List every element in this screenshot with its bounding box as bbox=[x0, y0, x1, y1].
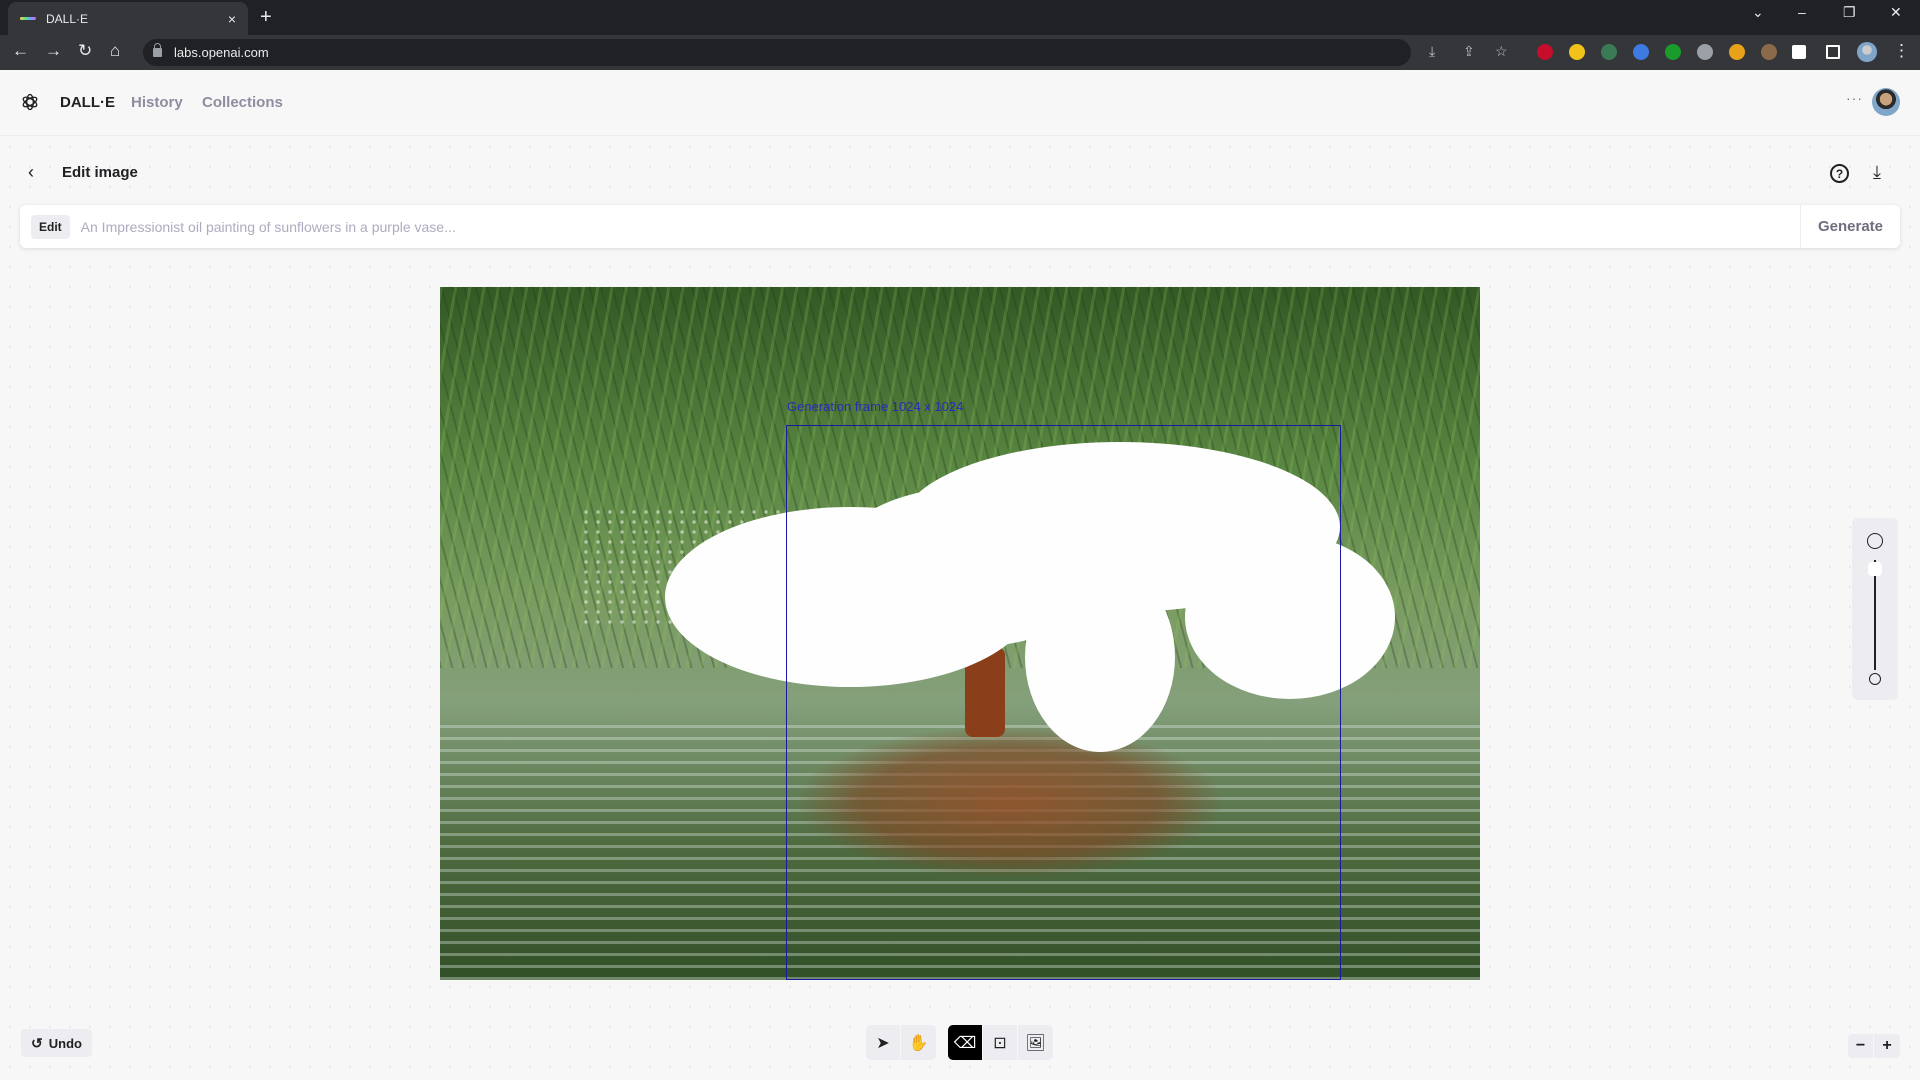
help-icon[interactable]: ? bbox=[1830, 164, 1849, 183]
undo-label: Undo bbox=[48, 1035, 82, 1051]
url-text: labs.openai.com bbox=[174, 45, 269, 60]
brush-size-slider[interactable] bbox=[1852, 518, 1898, 700]
nav-collections[interactable]: Collections bbox=[202, 94, 283, 111]
page-title: Edit image bbox=[62, 164, 138, 181]
extensions-puzzle-icon[interactable] bbox=[1792, 45, 1806, 59]
forward-button[interactable]: → bbox=[45, 41, 62, 61]
download-icon[interactable]: ⤓ bbox=[1873, 162, 1881, 183]
rainbow-ext-icon[interactable] bbox=[1601, 44, 1617, 60]
back-button[interactable]: ← bbox=[12, 41, 29, 61]
generate-button[interactable]: Generate bbox=[1800, 205, 1900, 248]
address-bar[interactable]: labs.openai.com ⤓ ⇪ ☆ bbox=[143, 39, 1508, 66]
adblock-plus-icon[interactable] bbox=[1537, 44, 1553, 60]
navigation-tools: ➤ ✋ bbox=[866, 1025, 936, 1060]
prompt-bar: Edit Generate bbox=[20, 205, 1900, 248]
sticky-notes-icon[interactable] bbox=[1569, 44, 1585, 60]
minimize-button[interactable]: – bbox=[1798, 4, 1806, 20]
close-window-button[interactable]: ✕ bbox=[1890, 4, 1902, 21]
share-icon[interactable]: ⇪ bbox=[1463, 43, 1475, 60]
edited-image[interactable] bbox=[440, 287, 1480, 980]
editor-title-row: ‹ Edit image bbox=[28, 162, 138, 183]
brush-size-thumb[interactable] bbox=[1868, 561, 1882, 576]
nav-history[interactable]: History bbox=[131, 94, 183, 111]
more-options-icon[interactable]: ··· bbox=[1846, 90, 1863, 106]
globe-ext-icon[interactable] bbox=[1729, 44, 1745, 60]
lock-icon bbox=[153, 43, 162, 57]
reload-button[interactable]: ↻ bbox=[78, 41, 92, 61]
user-avatar[interactable] bbox=[1872, 88, 1900, 116]
browser-tab[interactable]: DALL·E × bbox=[8, 2, 248, 35]
generation-frame-label: Generation frame 1024 x 1024 bbox=[787, 399, 964, 414]
nav-brand[interactable]: DALL·E bbox=[60, 94, 115, 111]
tab-close-icon[interactable]: × bbox=[228, 11, 236, 27]
prompt-input[interactable] bbox=[80, 218, 1800, 235]
app-header: DALL·E History Collections ··· bbox=[0, 70, 1920, 136]
side-panel-icon[interactable] bbox=[1826, 45, 1840, 59]
tag-ext-icon[interactable] bbox=[1633, 44, 1649, 60]
undo-icon: ↺ bbox=[31, 1034, 43, 1051]
zoom-in-button[interactable]: + bbox=[1874, 1034, 1900, 1058]
favicon-icon bbox=[20, 17, 36, 20]
brush-large-icon bbox=[1867, 533, 1883, 549]
add-frame-tool-icon[interactable]: ⊡ bbox=[983, 1025, 1018, 1060]
select-tool-icon[interactable]: ➤ bbox=[866, 1025, 901, 1060]
new-tab-button[interactable]: + bbox=[260, 6, 272, 29]
openai-logo-icon[interactable] bbox=[20, 92, 40, 112]
eraser-tool-icon[interactable]: ⌫ bbox=[948, 1025, 983, 1060]
tab-search-icon[interactable]: ⌄ bbox=[1752, 4, 1764, 21]
bookmark-star-icon[interactable]: ☆ bbox=[1495, 43, 1508, 60]
profile-avatar[interactable] bbox=[1857, 42, 1877, 62]
home-button[interactable]: ⌂ bbox=[110, 41, 120, 61]
back-icon[interactable]: ‹ bbox=[28, 162, 50, 183]
upload-image-tool-icon[interactable]: 🖼 bbox=[1018, 1025, 1053, 1060]
zoom-controls: − + bbox=[1848, 1034, 1900, 1058]
brush-small-icon bbox=[1869, 673, 1881, 685]
pan-tool-icon[interactable]: ✋ bbox=[901, 1025, 936, 1060]
tab-title: DALL·E bbox=[46, 11, 89, 26]
browser-tabstrip: DALL·E × + ⌄ – ❐ ✕ bbox=[0, 0, 1920, 35]
brush-size-track[interactable] bbox=[1874, 560, 1876, 670]
download-ext-icon[interactable] bbox=[1665, 44, 1681, 60]
cookie-ext-icon[interactable] bbox=[1761, 44, 1777, 60]
erased-mask bbox=[665, 442, 1395, 752]
edit-chip: Edit bbox=[31, 214, 70, 239]
edit-tools: ⌫ ⊡ 🖼 bbox=[948, 1025, 1053, 1060]
browser-toolbar: ← → ↻ ⌂ labs.openai.com ⤓ ⇪ ☆ ⋮ bbox=[0, 35, 1920, 70]
zoom-out-button[interactable]: − bbox=[1848, 1034, 1874, 1058]
restore-button[interactable]: ❐ bbox=[1843, 4, 1856, 21]
browser-menu-icon[interactable]: ⋮ bbox=[1893, 41, 1910, 61]
install-icon[interactable]: ⤓ bbox=[1429, 43, 1435, 60]
undo-button[interactable]: ↺ Undo bbox=[21, 1029, 92, 1057]
camera-ext-icon[interactable] bbox=[1697, 44, 1713, 60]
